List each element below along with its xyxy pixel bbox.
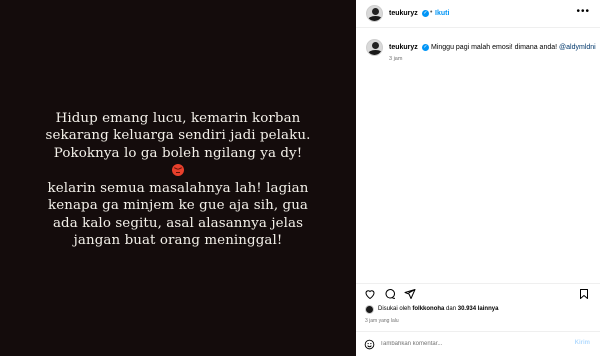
post-text-line: sekarang keluarga sendiri jadi pelaku. [45,128,311,144]
caption-body: Minggu pagi malah emosi! dimana anda! [431,44,558,51]
liker-username[interactable]: folkkonoha [412,306,444,312]
comment-bar: Kirim [356,331,600,356]
emoji-icon[interactable] [364,339,375,350]
header-username[interactable]: teukuryz [389,10,418,17]
post-text-line: Hidup emang lucu, kemarin korban [55,111,301,126]
post-side-panel: teukuryz ✓ • Ikuti ••• teukuryz ✓ Minggu… [356,0,600,356]
likes-prefix: Disukai oleh [378,306,411,312]
post-comment-button[interactable]: Kirim [575,340,590,346]
likes-count[interactable]: 30.934 lainnya [458,306,499,312]
angry-face-icon [172,164,184,176]
post-text-line: ada kalo segitu, asal alasannya jelas [52,215,304,231]
post-text-paragraph-1: Hidup emang lucu, kemarin korban sekaran… [0,110,356,162]
share-icon[interactable] [404,288,416,300]
post-text-line: jangan buat orang meninggal! [73,233,283,249]
post-text-line: kenapa ga minjem ke gue aja sih, gua [47,198,309,214]
caption-time: 3 jam [389,56,403,62]
caption-text: Minggu pagi malah emosi! dimana anda! @a… [431,44,596,51]
post-text-line: kelarin semua masalahnya lah! lagian [47,181,309,196]
verified-icon: ✓ [422,10,429,17]
separator-dot: • [430,9,433,16]
comment-icon[interactable] [384,288,396,300]
likes-summary: Disukai oleh folkkonoha dan 30.934 lainn… [356,304,600,316]
avatar[interactable] [366,39,383,56]
action-bar [356,283,600,301]
avatar[interactable] [366,5,383,22]
heart-icon[interactable] [364,288,376,300]
post-text-paragraph-2: kelarin semua masalahnya lah! lagian ken… [0,180,356,250]
mention-link[interactable]: @aldymldni [559,44,596,51]
follow-button[interactable]: Ikuti [435,10,449,17]
likes-middle: dan [446,306,457,312]
likes-text: Disukai oleh folkkonoha dan 30.934 lainn… [378,306,498,312]
posted-time[interactable]: 3 jam yang lalu [365,318,399,324]
more-icon[interactable]: ••• [576,6,590,17]
post-header: teukuryz ✓ • Ikuti ••• [356,0,600,28]
comment-input[interactable] [380,338,560,350]
post-text-line: Pokoknya lo ga boleh ngilang ya dy! [53,145,303,161]
liker-avatar[interactable] [365,305,374,314]
bookmark-icon[interactable] [578,288,590,300]
verified-icon: ✓ [422,44,429,51]
caption-username[interactable]: teukuryz [389,44,418,51]
post-image: Hidup emang lucu, kemarin korban sekaran… [0,0,356,356]
